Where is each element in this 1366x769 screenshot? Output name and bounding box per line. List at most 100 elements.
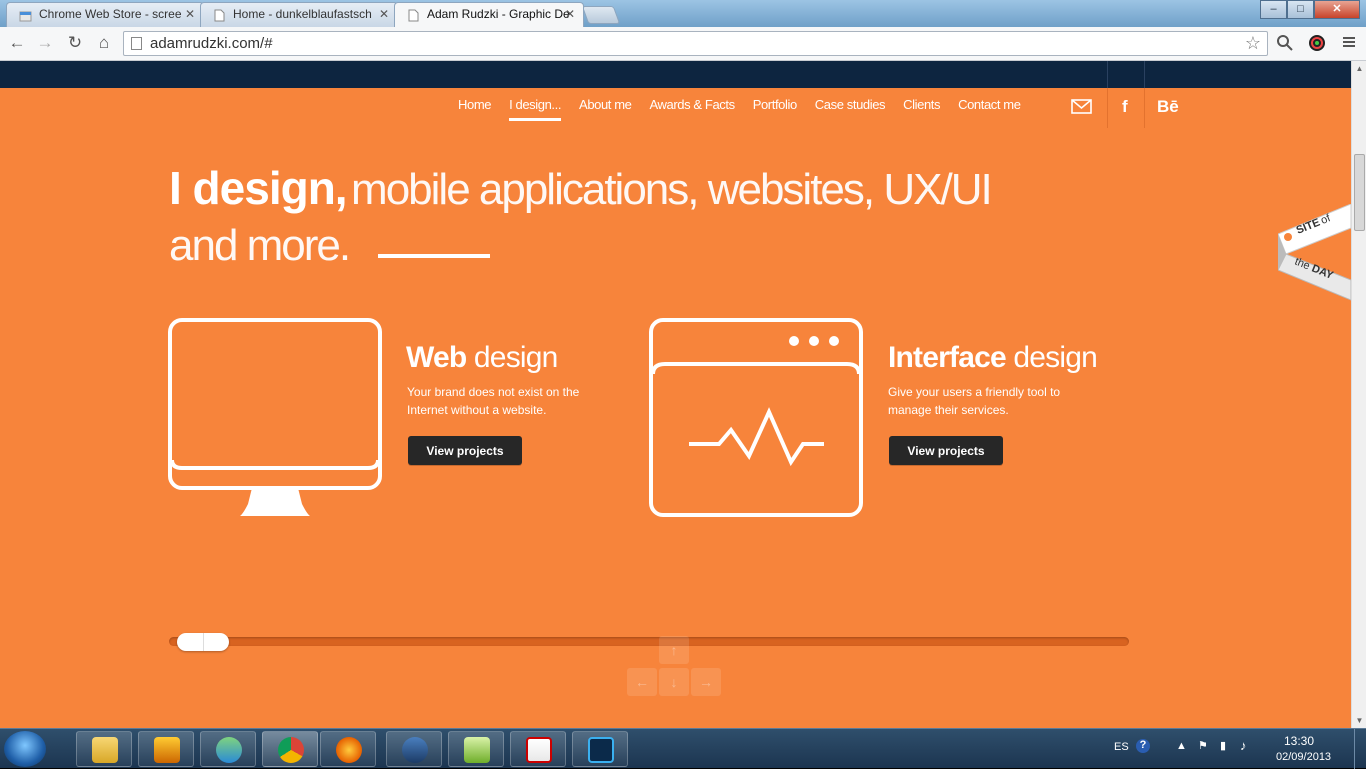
scroll-thumb[interactable] <box>1354 154 1365 231</box>
close-tab-icon[interactable]: ✕ <box>565 3 575 25</box>
home-icon[interactable]: ⌂ <box>92 32 116 54</box>
clock-time[interactable]: 13:30 <box>1284 734 1314 748</box>
separator <box>1107 88 1108 128</box>
page-content: Home I design... About me Awards & Facts… <box>0 61 1351 728</box>
show-hidden-icons-icon[interactable]: ▲ <box>1176 740 1187 752</box>
help-icon[interactable]: ? <box>1136 739 1150 753</box>
title-light: design <box>466 341 558 374</box>
scroll-down-icon[interactable]: ▼ <box>1352 713 1366 728</box>
bookmark-star-icon[interactable]: ☆ <box>1245 33 1261 54</box>
title-bold: Interface <box>888 341 1007 374</box>
vertical-scrollbar[interactable]: ▲ ▼ <box>1351 61 1366 728</box>
browser-window-icon <box>649 318 863 517</box>
address-bar[interactable]: adamrudzki.com/# ☆ <box>123 31 1268 56</box>
headline-dash <box>377 253 490 258</box>
action-center-flag-icon[interactable]: ⚑ <box>1198 739 1208 752</box>
separator <box>1107 61 1108 88</box>
tab-title: Adam Rudzki - Graphic De <box>427 7 570 21</box>
chrome-web-store-icon <box>19 11 32 22</box>
arrow-left-key: ← <box>627 668 657 696</box>
headline-light: mobile applications, websites, UX/UI <box>351 165 993 214</box>
facebook-icon[interactable]: f <box>1122 97 1128 117</box>
new-tab-button[interactable] <box>581 6 621 24</box>
headline-bold: I design, <box>169 162 348 214</box>
slider-track[interactable] <box>169 637 1129 646</box>
web-design-desc: Your brand does not exist on the Interne… <box>407 385 580 417</box>
menu-icon[interactable] <box>1338 34 1360 56</box>
reload-icon[interactable]: ↻ <box>63 32 87 54</box>
clock-date[interactable]: 02/09/2013 <box>1276 751 1331 763</box>
language-indicator[interactable]: ES <box>1114 741 1129 753</box>
tab-chrome-web-store[interactable]: Chrome Web Store - scree ✕ <box>6 2 204 27</box>
tab-adam-rudzki[interactable]: Adam Rudzki - Graphic De ✕ <box>394 2 584 27</box>
web-view-projects-button[interactable]: View projects <box>408 436 522 465</box>
arrow-up-key: ↑ <box>659 636 689 664</box>
winamp-icon <box>154 737 180 763</box>
nav-home[interactable]: Home <box>458 97 491 121</box>
site-of-the-day-badge[interactable]: SITEof theDAY <box>1278 204 1351 304</box>
acrobat-icon <box>526 737 552 763</box>
kmplayer-app[interactable] <box>386 731 442 767</box>
photoshop-icon <box>588 737 614 763</box>
nav-portfolio[interactable]: Portfolio <box>753 97 797 121</box>
close-window-button[interactable]: ✕ <box>1314 0 1360 19</box>
interface-view-projects-button[interactable]: View projects <box>889 436 1003 465</box>
main-nav: Home I design... About me Awards & Facts… <box>458 97 1039 121</box>
top-dark-bar <box>0 61 1351 88</box>
nav-contact-me[interactable]: Contact me <box>958 97 1021 121</box>
notepad-icon <box>464 737 490 763</box>
firefox-icon <box>336 737 362 763</box>
monitor-icon <box>168 318 382 516</box>
messenger-app[interactable] <box>200 731 256 767</box>
page-icon <box>408 9 419 22</box>
nav-i-design[interactable]: I design... <box>509 97 561 121</box>
tab-title: Home - dunkelblaufastsch <box>233 7 372 21</box>
slider-handle[interactable] <box>177 633 229 651</box>
search-extension-icon[interactable] <box>1274 34 1296 56</box>
forward-icon[interactable]: → <box>33 32 57 54</box>
browser-toolbar: ← → ↻ ⌂ adamrudzki.com/# ☆ <box>0 27 1366 61</box>
nav-about-me[interactable]: About me <box>579 97 632 121</box>
arrow-down-key: ↓ <box>659 668 689 696</box>
notepad-plus-app[interactable] <box>448 731 504 767</box>
scroll-up-icon[interactable]: ▲ <box>1352 61 1366 76</box>
behance-icon[interactable]: Bē <box>1157 97 1179 117</box>
minimize-button[interactable]: – <box>1260 0 1287 19</box>
page-icon <box>214 9 225 22</box>
nav-case-studies[interactable]: Case studies <box>815 97 886 121</box>
back-icon[interactable]: ← <box>5 32 29 54</box>
separator <box>1144 88 1145 128</box>
photoshop-app[interactable] <box>572 731 628 767</box>
nav-awards-facts[interactable]: Awards & Facts <box>650 97 736 121</box>
acrobat-app[interactable] <box>510 731 566 767</box>
tab-title: Chrome Web Store - scree <box>39 7 182 21</box>
headline-line2: and more. <box>169 221 351 270</box>
explorer-app[interactable] <box>76 731 132 767</box>
page-icon <box>131 37 142 50</box>
nav-clients[interactable]: Clients <box>903 97 940 121</box>
folder-icon <box>92 737 118 763</box>
interface-design-title: Interface design <box>888 341 1098 375</box>
close-tab-icon[interactable]: ✕ <box>379 3 389 25</box>
url-text: adamrudzki.com/# <box>150 35 273 52</box>
winamp-app[interactable] <box>138 731 194 767</box>
chrome-app[interactable] <box>262 731 318 767</box>
start-button[interactable] <box>4 731 46 767</box>
separator <box>1144 61 1145 88</box>
show-desktop-button[interactable] <box>1354 729 1366 769</box>
hero-headline: I design, mobile applications, websites,… <box>169 161 1069 271</box>
title-light: design <box>1005 341 1097 374</box>
web-design-title: Web design <box>406 341 558 375</box>
firefox-app[interactable] <box>320 731 376 767</box>
interface-design-desc: Give your users a friendly tool to manag… <box>888 385 1061 417</box>
arrow-right-key: → <box>691 668 721 696</box>
close-tab-icon[interactable]: ✕ <box>185 3 195 25</box>
title-bold: Web <box>406 341 467 374</box>
mail-icon[interactable] <box>1071 99 1092 119</box>
battery-icon[interactable]: ▮ <box>1220 739 1226 752</box>
maximize-button[interactable]: □ <box>1287 0 1314 19</box>
volume-icon[interactable]: ♪ <box>1240 738 1247 753</box>
tab-home-dunkelblau[interactable]: Home - dunkelblaufastsch ✕ <box>200 2 398 27</box>
chrome-icon <box>278 737 304 763</box>
color-extension-icon[interactable] <box>1306 34 1328 56</box>
